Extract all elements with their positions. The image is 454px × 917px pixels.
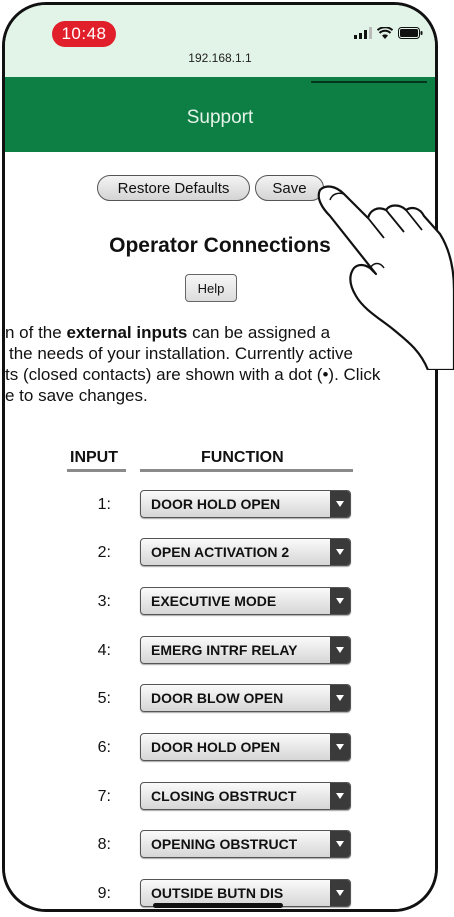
input-number: 9: (97, 885, 111, 902)
function-select[interactable]: OPENING OBSTRUCT (140, 830, 351, 858)
input-number: 4: (97, 642, 111, 659)
table-row: 5: DOOR BLOW OPEN (5, 684, 435, 714)
dropdown-arrow-icon (330, 831, 350, 857)
wifi-icon (377, 27, 393, 39)
function-select[interactable]: DOOR HOLD OPEN (140, 490, 351, 518)
table-row: 6: DOOR HOLD OPEN (5, 733, 435, 763)
function-header-rule (140, 469, 353, 472)
status-bar: 10:48 192.168.1.1 (5, 5, 435, 77)
dropdown-arrow-icon (330, 539, 350, 565)
table-row: 8: OPENING OBSTRUCT (5, 830, 435, 860)
pointing-hand-icon (317, 185, 454, 370)
table-row: 2: OPEN ACTIVATION 2 (5, 538, 435, 568)
external-inputs-emphasis: external inputs (66, 323, 188, 342)
dropdown-arrow-icon (330, 637, 350, 663)
function-select[interactable]: OPEN ACTIVATION 2 (140, 538, 351, 566)
input-header-rule (67, 469, 126, 472)
input-number: 5: (97, 690, 111, 707)
input-number: 7: (97, 788, 111, 805)
input-number: 8: (97, 836, 111, 853)
header-divider (311, 81, 427, 83)
restore-defaults-button[interactable]: Restore Defaults (97, 175, 250, 201)
table-row: 3: EXECUTIVE MODE (5, 587, 435, 617)
dropdown-arrow-icon (330, 491, 350, 517)
table-row: 1: DOOR HOLD OPEN (5, 490, 435, 520)
function-select[interactable]: EXECUTIVE MODE (140, 587, 351, 615)
function-select[interactable]: EMERG INTRF RELAY (140, 636, 351, 664)
help-button[interactable]: Help (185, 274, 237, 302)
dropdown-arrow-icon (330, 880, 350, 906)
function-select[interactable]: DOOR HOLD OPEN (140, 733, 351, 761)
system-icons (354, 27, 423, 39)
input-number: 1: (97, 496, 111, 513)
address-url[interactable]: 192.168.1.1 (5, 51, 435, 65)
function-select[interactable]: CLOSING OBSTRUCT (140, 782, 351, 810)
home-indicator[interactable] (153, 903, 283, 908)
battery-icon (398, 27, 423, 39)
input-number: 2: (97, 544, 111, 561)
dropdown-arrow-icon (330, 685, 350, 711)
status-time: 10:48 (52, 21, 116, 47)
signal-icon (354, 27, 372, 39)
input-number: 3: (97, 593, 111, 610)
dropdown-arrow-icon (330, 734, 350, 760)
function-column-header: FUNCTION (201, 449, 284, 466)
table-row: 7: CLOSING OBSTRUCT (5, 782, 435, 812)
page-header: Support (5, 77, 435, 152)
screen: 10:48 192.168.1.1 Support Restore Defaul… (2, 2, 438, 912)
input-column-header: INPUT (70, 449, 118, 466)
input-number: 6: (97, 739, 111, 756)
phone-frame: 10:48 192.168.1.1 Support Restore Defaul… (0, 0, 454, 917)
dropdown-arrow-icon (330, 783, 350, 809)
dropdown-arrow-icon (330, 588, 350, 614)
header-title: Support (186, 107, 254, 128)
function-select[interactable]: DOOR BLOW OPEN (140, 684, 351, 712)
table-row: 4: EMERG INTRF RELAY (5, 636, 435, 666)
intro-line-4: e to save changes. (5, 386, 148, 405)
